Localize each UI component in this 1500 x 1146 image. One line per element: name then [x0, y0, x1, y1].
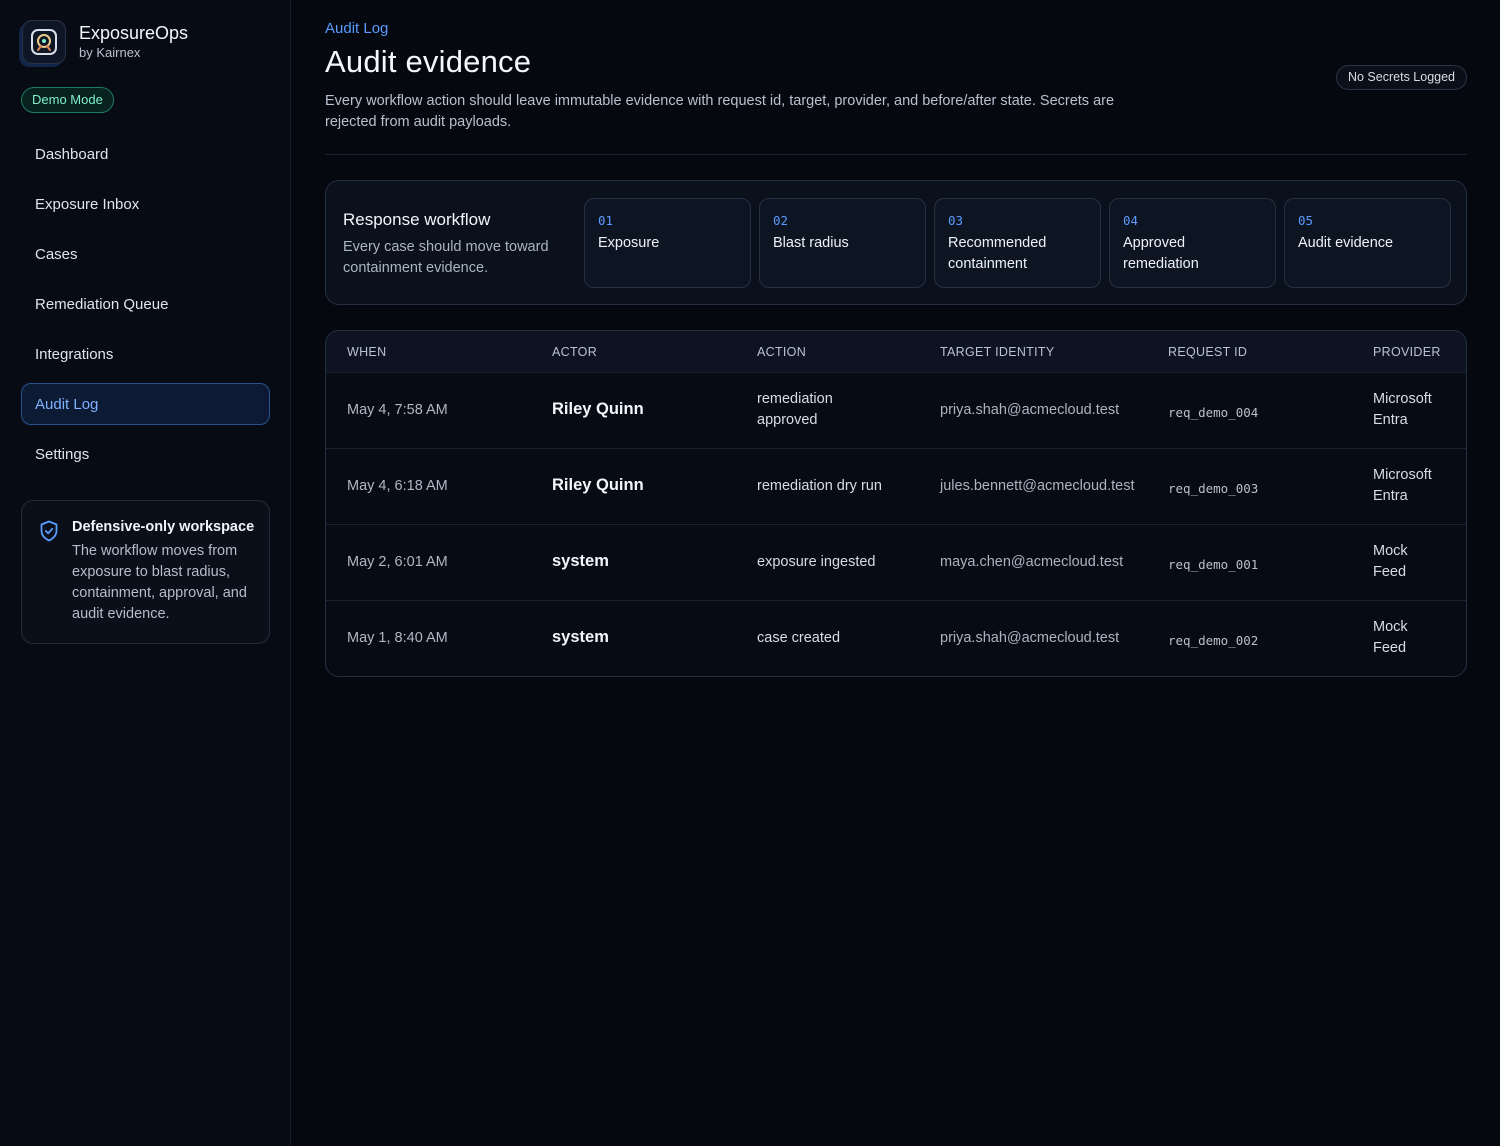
step-number: 04	[1123, 213, 1139, 228]
workflow-step-audit-evidence[interactable]: 05 Audit evidence	[1284, 198, 1451, 288]
audit-log-table: WHEN ACTOR ACTION TARGET IDENTITY REQUES…	[325, 330, 1467, 677]
cell-request-id: req_demo_004	[1168, 405, 1259, 420]
step-label: Approved remediation	[1123, 235, 1199, 272]
cell-request-id: req_demo_002	[1168, 633, 1259, 648]
sidebar-item-exposure-inbox[interactable]: Exposure Inbox	[21, 183, 270, 225]
column-header-target-identity: TARGET IDENTITY	[940, 345, 1055, 359]
info-card-title: Defensive-only workspace	[72, 519, 255, 535]
column-header-actor: ACTOR	[552, 345, 598, 359]
page-title: Audit evidence	[325, 44, 532, 79]
step-number: 05	[1298, 213, 1314, 228]
header-divider	[325, 154, 1467, 155]
no-secrets-logged-badge: No Secrets Logged	[1335, 65, 1467, 90]
defensive-workspace-card: Defensive-only workspace The workflow mo…	[21, 500, 270, 644]
column-header-action: ACTION	[757, 345, 807, 359]
step-label: Exposure	[598, 235, 660, 251]
breadcrumb[interactable]: Audit Log	[325, 20, 388, 37]
sidebar-item-cases[interactable]: Cases	[21, 233, 270, 275]
workflow-subtitle: Every case should move toward containmen…	[343, 239, 549, 276]
table-row[interactable]: May 1, 8:40 AM system case created priya…	[326, 601, 1466, 676]
cell-target-identity: maya.chen@acmecloud.test	[940, 554, 1124, 570]
brand-subtitle: by Kairnex	[79, 45, 141, 60]
sidebar-item-integrations[interactable]: Integrations	[21, 333, 270, 375]
cell-actor: system	[552, 628, 609, 646]
cell-actor: Riley Quinn	[552, 476, 644, 494]
workflow-title: Response workflow	[343, 210, 491, 229]
table-row[interactable]: May 4, 7:58 AM Riley Quinn remediation a…	[326, 373, 1466, 449]
cell-action: exposure ingested	[757, 554, 876, 570]
step-number: 01	[598, 213, 614, 228]
workflow-step-approved-remediation[interactable]: 04 Approved remediation	[1109, 198, 1276, 288]
cell-provider: Mock Feed	[1373, 619, 1408, 656]
brand-name: ExposureOps	[79, 23, 189, 43]
cell-target-identity: jules.bennett@acmecloud.test	[940, 478, 1135, 494]
step-label: Audit evidence	[1298, 235, 1394, 251]
demo-mode-badge: Demo Mode	[21, 87, 114, 113]
cell-when: May 4, 6:18 AM	[347, 478, 448, 494]
sidebar-nav: Dashboard Exposure Inbox Cases Remediati…	[21, 133, 270, 483]
cell-when: May 4, 7:58 AM	[347, 402, 448, 418]
step-label: Recommended containment	[948, 235, 1047, 272]
column-header-when: WHEN	[347, 345, 387, 359]
workflow-steps: 01 Exposure 02 Blast radius 03 Recommend…	[584, 198, 1451, 288]
cell-action: case created	[757, 630, 841, 646]
table-row[interactable]: May 2, 6:01 AM system exposure ingested …	[326, 525, 1466, 601]
cell-provider: Mock Feed	[1373, 543, 1408, 580]
step-number: 03	[948, 213, 964, 228]
page-description: Every workflow action should leave immut…	[325, 93, 1115, 130]
table-row[interactable]: May 4, 6:18 AM Riley Quinn remediation d…	[326, 449, 1466, 525]
sidebar-item-dashboard[interactable]: Dashboard	[21, 133, 270, 175]
cell-when: May 1, 8:40 AM	[347, 630, 448, 646]
cell-request-id: req_demo_003	[1168, 481, 1259, 496]
exposureops-logo-icon	[22, 20, 66, 64]
shield-check-icon	[39, 520, 59, 547]
cell-actor: system	[552, 552, 609, 570]
cell-actor: Riley Quinn	[552, 400, 644, 418]
table-header: WHEN ACTOR ACTION TARGET IDENTITY REQUES…	[326, 331, 1466, 373]
cell-provider: Microsoft Entra	[1373, 467, 1432, 504]
cell-action: remediation approved	[757, 391, 833, 428]
cell-target-identity: priya.shah@acmecloud.test	[940, 630, 1120, 646]
workflow-step-recommended-containment[interactable]: 03 Recommended containment	[934, 198, 1101, 288]
brand[interactable]: ExposureOps by Kairnex	[22, 20, 188, 64]
step-label: Blast radius	[773, 235, 849, 251]
sidebar-item-remediation-queue[interactable]: Remediation Queue	[21, 283, 270, 325]
step-number: 02	[773, 213, 789, 228]
column-header-request-id: REQUEST ID	[1168, 345, 1248, 359]
cell-target-identity: priya.shah@acmecloud.test	[940, 402, 1120, 418]
cell-request-id: req_demo_001	[1168, 557, 1259, 572]
workflow-step-blast-radius[interactable]: 02 Blast radius	[759, 198, 926, 288]
info-card-body: The workflow moves from exposure to blas…	[72, 543, 247, 622]
sidebar-item-settings[interactable]: Settings	[21, 433, 270, 475]
sidebar: ExposureOps by Kairnex Demo Mode Dashboa…	[0, 0, 291, 1146]
column-header-provider: PROVIDER	[1373, 345, 1441, 359]
workflow-step-exposure[interactable]: 01 Exposure	[584, 198, 751, 288]
cell-provider: Microsoft Entra	[1373, 391, 1432, 428]
cell-action: remediation dry run	[757, 478, 882, 494]
cell-when: May 2, 6:01 AM	[347, 554, 448, 570]
sidebar-item-audit-log[interactable]: Audit Log	[21, 383, 270, 425]
response-workflow-card: Response workflow Every case should move…	[325, 180, 1467, 305]
